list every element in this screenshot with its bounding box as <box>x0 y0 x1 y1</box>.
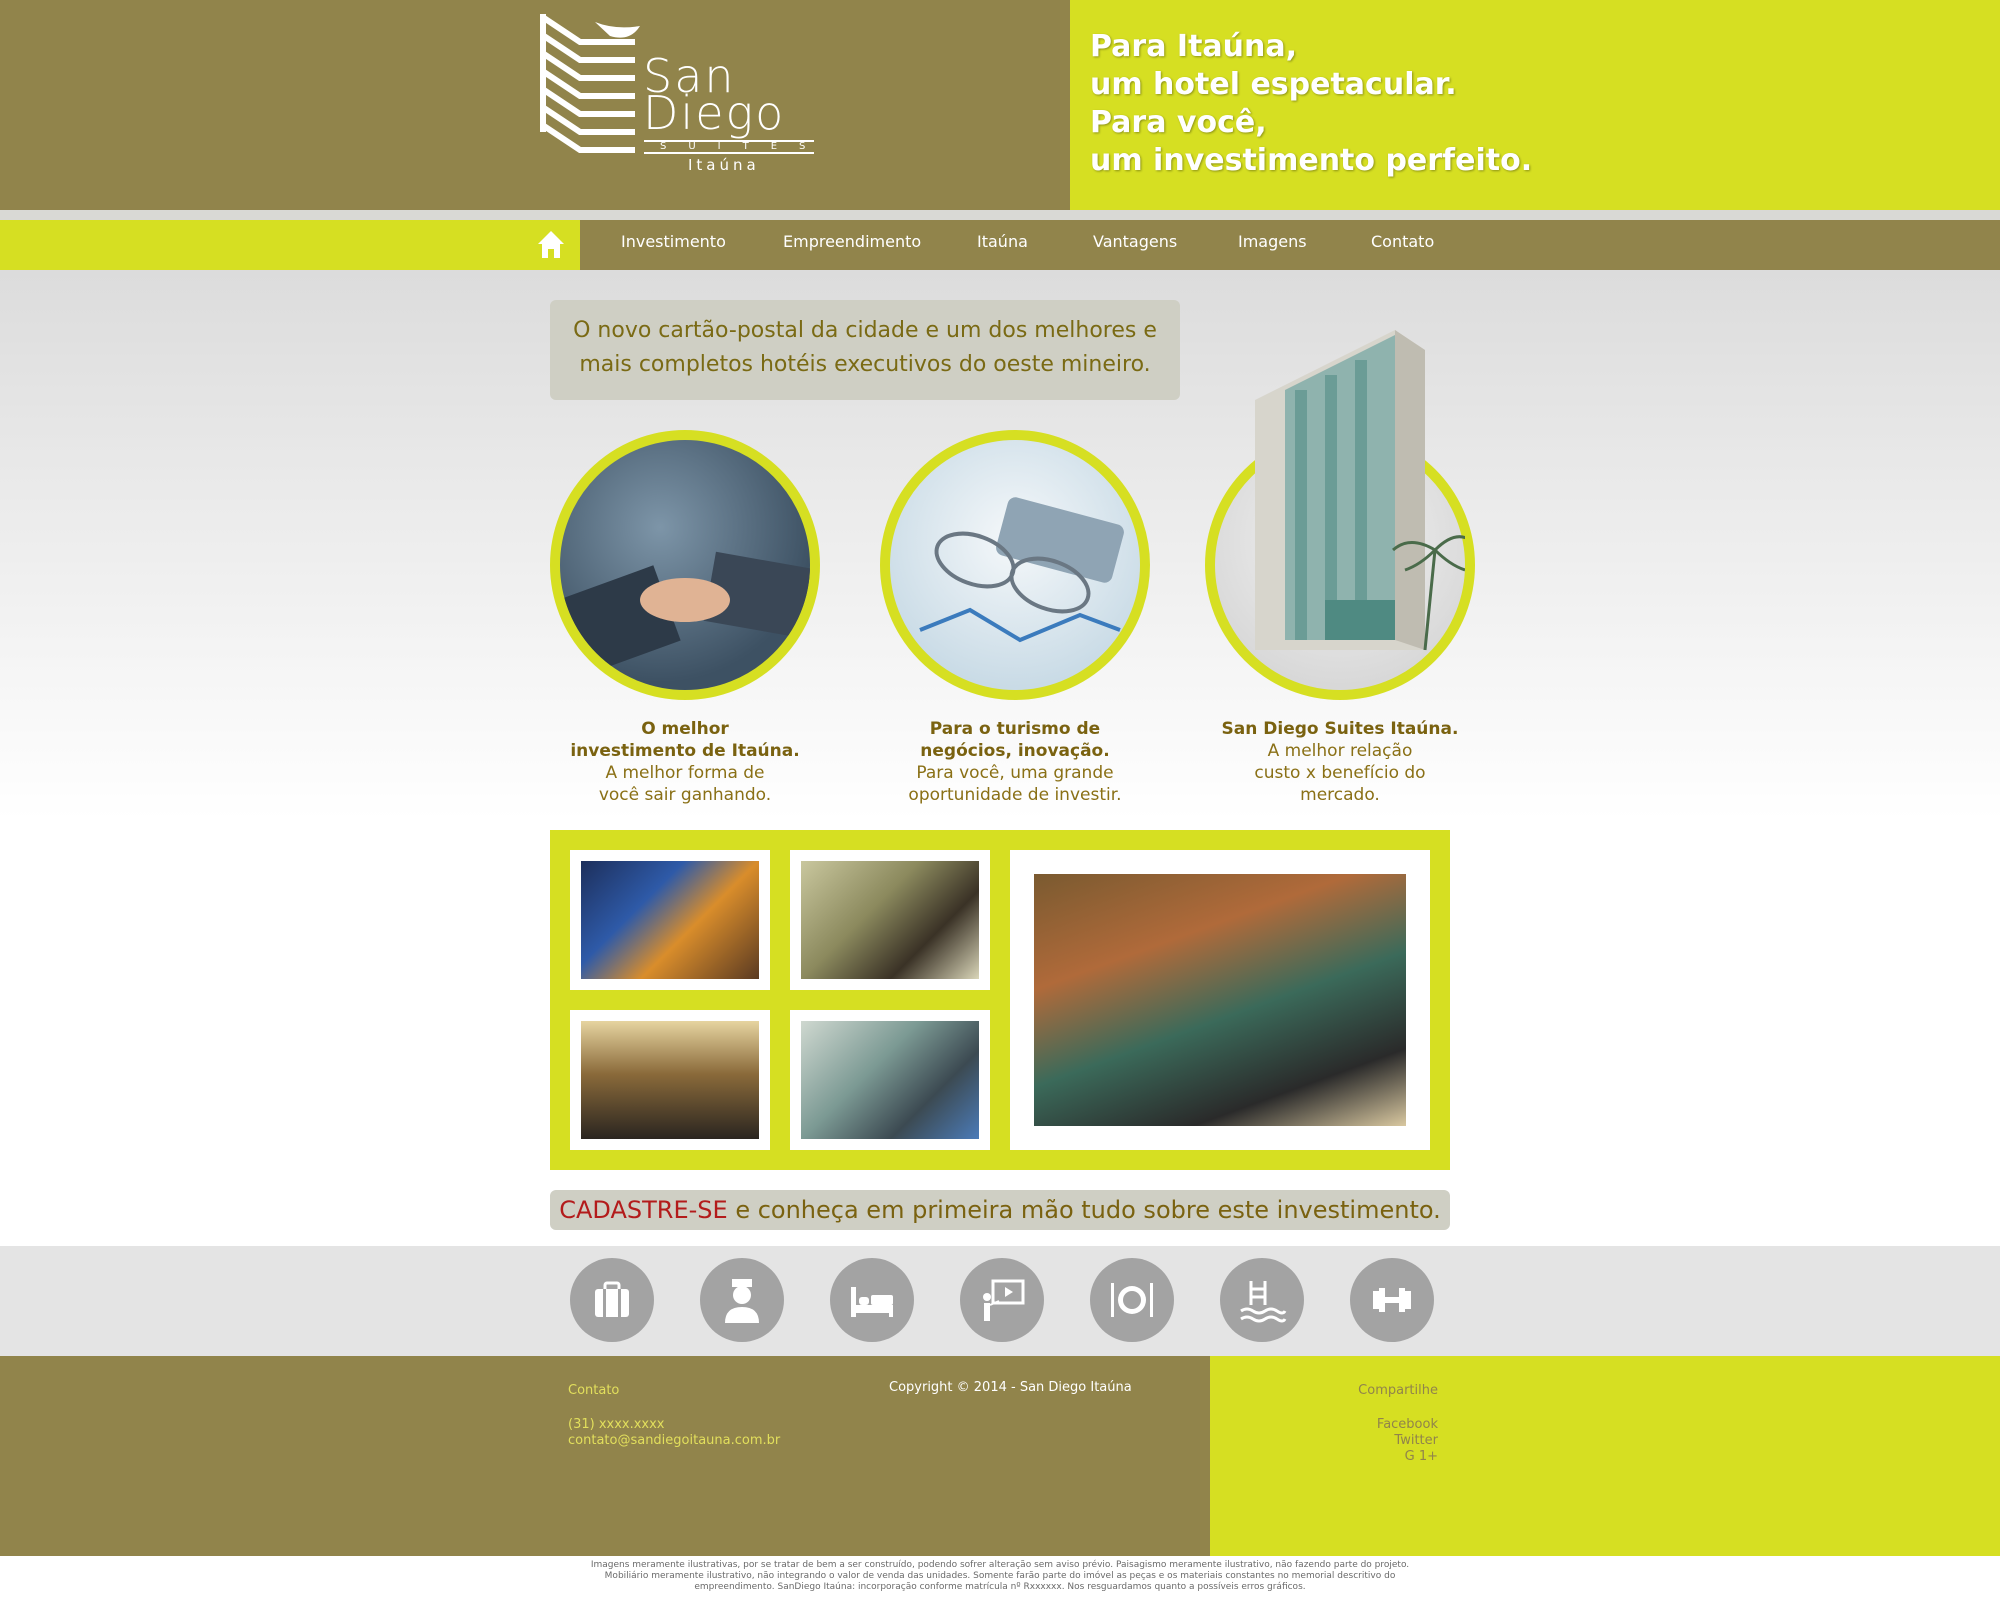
nav-item-contato[interactable]: Contato <box>1371 232 1434 251</box>
bellboy-icon[interactable] <box>700 1258 784 1342</box>
legal-disclaimer: Imagens meramente ilustrativas, por se t… <box>540 1560 1460 1593</box>
footer-share-title: Compartilhe <box>1358 1383 1438 1398</box>
home-icon[interactable] <box>536 228 566 260</box>
gallery-image <box>801 1021 979 1139</box>
gallery-image <box>1034 874 1406 1126</box>
nav-bar-accent <box>0 220 580 270</box>
luggage-icon[interactable] <box>570 1258 654 1342</box>
tagline-line: um hotel espetacular. <box>1090 67 1457 102</box>
nav-item-imagens[interactable]: Imagens <box>1238 232 1307 251</box>
share-link-gplus[interactable]: G 1+ <box>1300 1448 1438 1465</box>
caption-text: A melhor forma de <box>605 763 765 783</box>
caption-text: oportunidade de investir. <box>908 785 1122 805</box>
caption-title: negócios, inovação. <box>920 741 1110 761</box>
intro-banner: O novo cartão-postal da cidade e um dos … <box>550 300 1180 400</box>
gallery-image <box>581 1021 759 1139</box>
building-logo-icon <box>540 14 640 153</box>
logo[interactable]: San Diego SUITES Itaúna <box>540 14 820 174</box>
caption-title: O melhor <box>641 719 729 739</box>
image-gallery <box>550 830 1450 1170</box>
presentation-icon[interactable] <box>960 1258 1044 1342</box>
gallery-thumb-auditorium[interactable] <box>570 1010 770 1150</box>
gym-icon[interactable] <box>1350 1258 1434 1342</box>
logo-city: Itaúna <box>688 156 760 174</box>
caption-text: custo x benefício do <box>1254 763 1426 783</box>
pool-icon[interactable] <box>1220 1258 1304 1342</box>
caption-title: Para o turismo de <box>929 719 1101 739</box>
tagline-line: um investimento perfeito. <box>1090 143 1533 178</box>
gallery-thumb-gym[interactable] <box>790 1010 990 1150</box>
signup-link[interactable]: CADASTRE-SE <box>559 1196 727 1224</box>
footer-email[interactable]: contato@sandiegoitauna.com.br <box>568 1432 780 1449</box>
gallery-thumb-restaurant[interactable] <box>570 850 770 990</box>
logo-suites: SUITES <box>644 140 814 154</box>
caption-text: Para você, uma grande <box>916 763 1114 783</box>
header-divider <box>0 210 2000 220</box>
signup-text: e conheça em primeira mão tudo sobre est… <box>727 1196 1441 1224</box>
handshake-image <box>550 430 820 700</box>
glasses-finance-image <box>880 430 1150 700</box>
nav-item-vantagens[interactable]: Vantagens <box>1093 232 1177 251</box>
legal-line: Mobiliário meramente ilustrativo, não in… <box>604 1571 1396 1581</box>
nav-item-investimento[interactable]: Investimento <box>621 232 726 251</box>
signup-banner[interactable]: CADASTRE-SE e conheça em primeira mão tu… <box>550 1190 1450 1230</box>
footer-copyright: Copyright © 2014 - San Diego Itaúna <box>889 1380 1132 1395</box>
feature-caption-tourism: Para o turismo de negócios, inovação. Pa… <box>885 718 1145 806</box>
header-brand-panel <box>0 0 1070 210</box>
header-tagline: Para Itaúna, um hotel espetacular. Para … <box>1090 28 1532 180</box>
share-link-twitter[interactable]: Twitter <box>1300 1432 1438 1449</box>
legal-line: Imagens meramente ilustrativas, por se t… <box>590 1560 1410 1570</box>
caption-text: você sair ganhando. <box>598 785 772 805</box>
feature-caption-hotel: San Diego Suites Itaúna. A melhor relaçã… <box>1210 718 1470 806</box>
nav-item-itauna[interactable]: Itaúna <box>977 232 1028 251</box>
dining-icon[interactable] <box>1090 1258 1174 1342</box>
gallery-featured-lobby[interactable] <box>1010 850 1430 1150</box>
hotel-building-render <box>1255 330 1465 651</box>
logo-name-line2: Diego <box>643 86 786 140</box>
tagline-line: Para Itaúna, <box>1090 29 1298 64</box>
tagline-line: Para você, <box>1090 105 1267 140</box>
caption-title: investimento de Itaúna. <box>570 741 800 761</box>
caption-text: mercado. <box>1300 785 1380 805</box>
nav-item-empreendimento[interactable]: Empreendimento <box>783 232 921 251</box>
feature-caption-investment: O melhor investimento de Itaúna. A melho… <box>555 718 815 806</box>
caption-title: San Diego Suites Itaúna. <box>1221 719 1459 739</box>
footer-phone[interactable]: (31) xxxx.xxxx <box>568 1416 665 1433</box>
legal-line: empreendimento. SanDiego Itaúna: incorpo… <box>694 1582 1306 1592</box>
footer-contact-title: Contato <box>568 1383 620 1398</box>
caption-text: A melhor relação <box>1267 741 1413 761</box>
share-link-facebook[interactable]: Facebook <box>1300 1416 1438 1433</box>
gallery-image <box>581 861 759 979</box>
gallery-image <box>801 861 979 979</box>
gallery-thumb-suite[interactable] <box>790 850 990 990</box>
bed-icon[interactable] <box>830 1258 914 1342</box>
